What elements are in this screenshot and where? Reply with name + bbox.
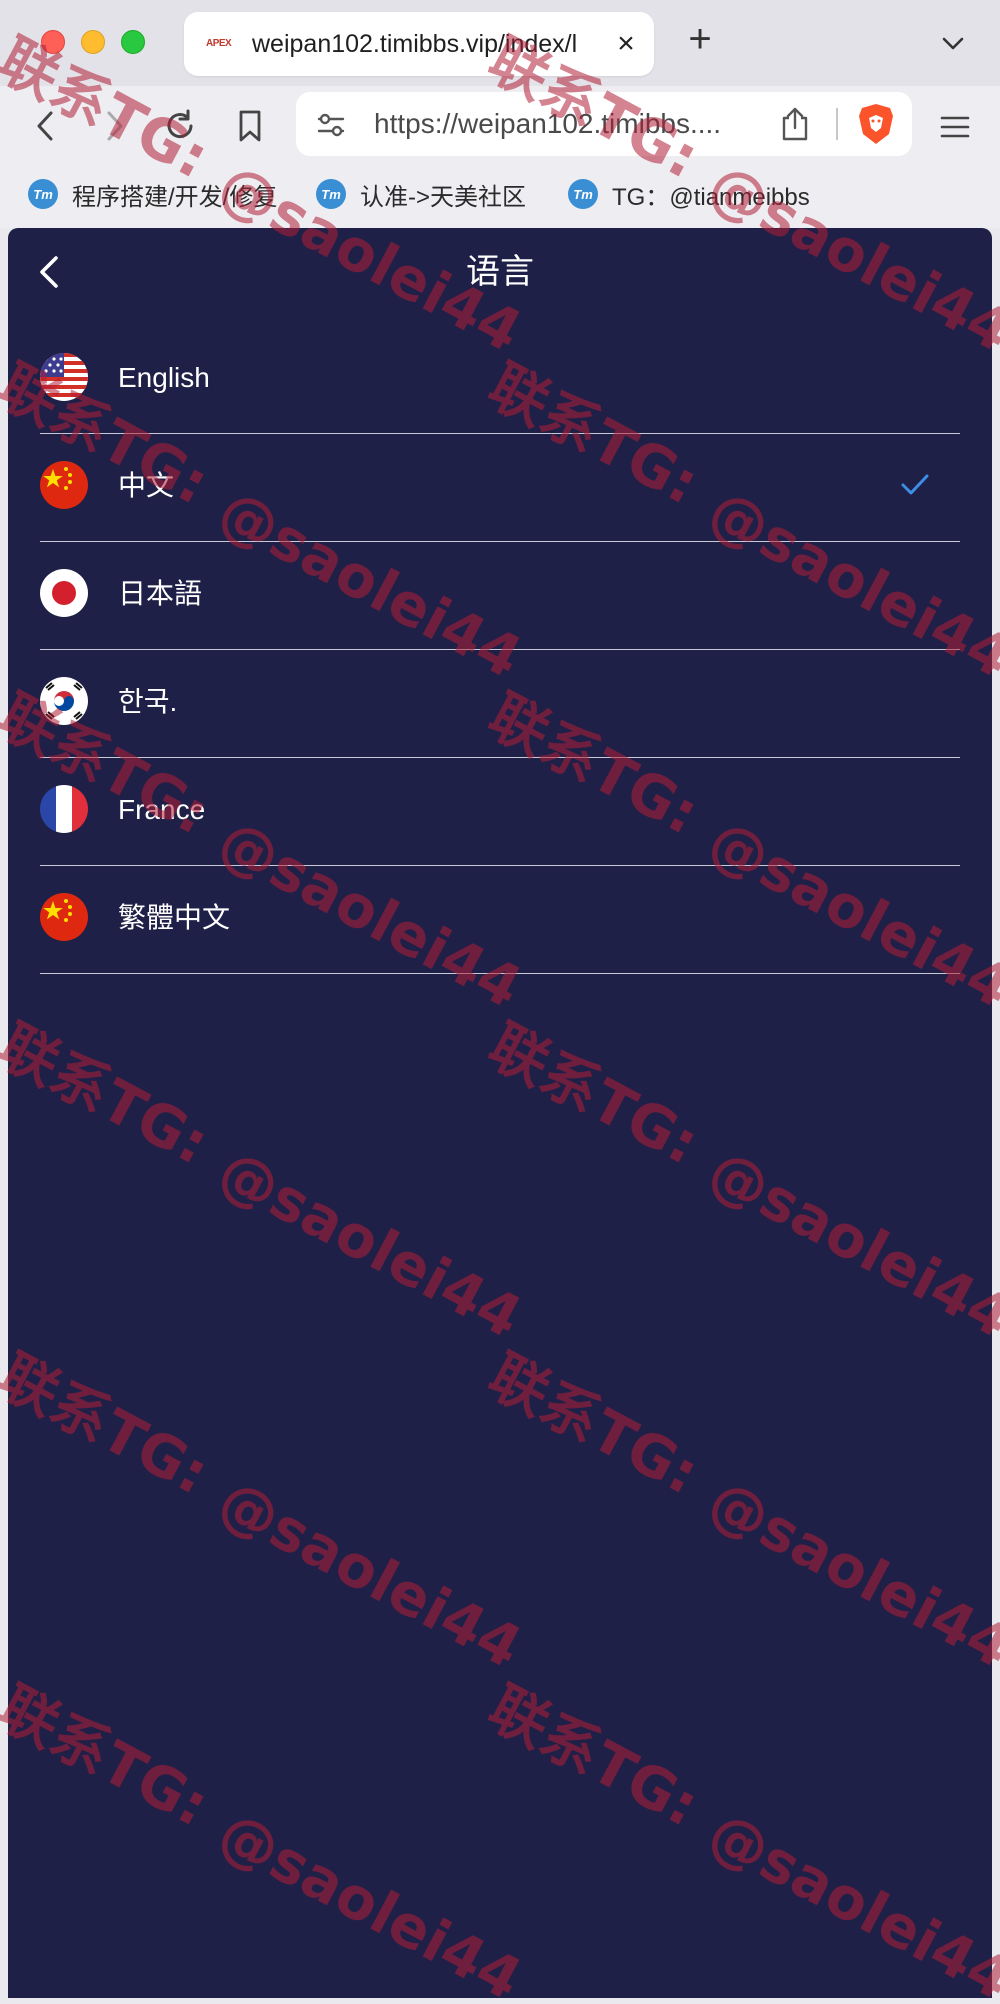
new-tab-button[interactable]: + <box>682 19 718 59</box>
language-label: 日本語 <box>118 578 203 609</box>
close-window-button[interactable] <box>41 30 65 54</box>
language-label: 中文 <box>118 470 175 501</box>
bookmark-label: 认准->天美社区 <box>360 183 527 211</box>
language-settings-page: 语言 English 中文 日本語 한국. France 繁體中文 <box>8 228 992 1998</box>
language-option-traditional-chinese[interactable]: 繁體中文 <box>40 866 960 974</box>
reload-icon <box>167 109 193 139</box>
bookmarks-bar: Tm 程序搭建/开发/修复 Tm 认准->天美社区 Tm TG：@tianmei… <box>0 168 1000 220</box>
zoom-window-button[interactable] <box>121 30 145 54</box>
tab-close-icon[interactable]: × <box>612 29 640 59</box>
language-option-english[interactable]: English <box>40 326 960 434</box>
browser-tab-active[interactable]: APEX weipan102.timibbs.vip/index/l × <box>184 12 654 76</box>
brave-shields-icon[interactable] <box>856 102 896 146</box>
forward-button[interactable] <box>92 104 136 148</box>
reload-button[interactable] <box>158 104 202 148</box>
us-flag-icon <box>40 353 88 401</box>
address-bar-divider <box>836 108 838 140</box>
page-header: 语言 <box>8 228 992 316</box>
tianmei-favicon-icon: Tm <box>28 179 58 209</box>
language-option-chinese[interactable]: 中文 <box>40 434 960 542</box>
minimize-window-button[interactable] <box>81 30 105 54</box>
chevron-left-icon <box>37 111 53 141</box>
browser-chrome: APEX weipan102.timibbs.vip/index/l × + h… <box>0 0 1000 228</box>
bookmark-item[interactable]: Tm 程序搭建/开发/修复 <box>28 168 277 220</box>
tianmei-favicon-icon: Tm <box>316 179 346 209</box>
language-label: France <box>118 794 206 825</box>
navigation-bar: https://weipan102.timibbs.... <box>0 86 1000 168</box>
bookmark-icon <box>239 110 261 142</box>
language-label: English <box>118 362 210 393</box>
fr-flag-icon <box>40 785 88 833</box>
tianmei-favicon-icon: Tm <box>568 179 598 209</box>
address-bar[interactable]: https://weipan102.timibbs.... <box>296 92 912 156</box>
language-label: 한국. <box>118 686 178 717</box>
tab-title: weipan102.timibbs.vip/index/l <box>252 30 578 58</box>
chevron-right-icon <box>107 111 123 141</box>
tab-bar: APEX weipan102.timibbs.vip/index/l × + <box>0 0 1000 86</box>
language-option-french[interactable]: France <box>40 758 960 866</box>
share-icon[interactable] <box>778 106 812 142</box>
cn-flag-icon <box>40 893 88 941</box>
language-option-korean[interactable]: 한국. <box>40 650 960 758</box>
bookmark-item[interactable]: Tm 认准->天美社区 <box>316 168 526 220</box>
jp-flag-icon <box>40 569 88 617</box>
checkmark-icon <box>901 474 929 495</box>
chevron-down-icon[interactable] <box>938 28 968 58</box>
cn-flag-icon <box>40 461 88 509</box>
bookmark-label: TG：@tianmeibbs <box>612 183 810 211</box>
apex-favicon-icon: APEX <box>206 38 232 49</box>
bookmark-label: 程序搭建/开发/修复 <box>72 183 278 211</box>
bookmark-button[interactable] <box>228 104 272 148</box>
site-settings-icon[interactable] <box>314 108 348 142</box>
page-title: 语言 <box>466 253 534 291</box>
menu-icon[interactable] <box>938 112 972 142</box>
kr-flag-icon <box>40 677 88 725</box>
language-label: 繁體中文 <box>118 902 231 933</box>
language-list: English 中文 日本語 한국. France 繁體中文 <box>40 326 960 974</box>
back-arrow-icon[interactable] <box>30 250 70 294</box>
language-option-japanese[interactable]: 日本語 <box>40 542 960 650</box>
url-text[interactable]: https://weipan102.timibbs.... <box>374 92 774 156</box>
bookmark-item[interactable]: Tm TG：@tianmeibbs <box>568 168 810 220</box>
back-button[interactable] <box>24 104 68 148</box>
